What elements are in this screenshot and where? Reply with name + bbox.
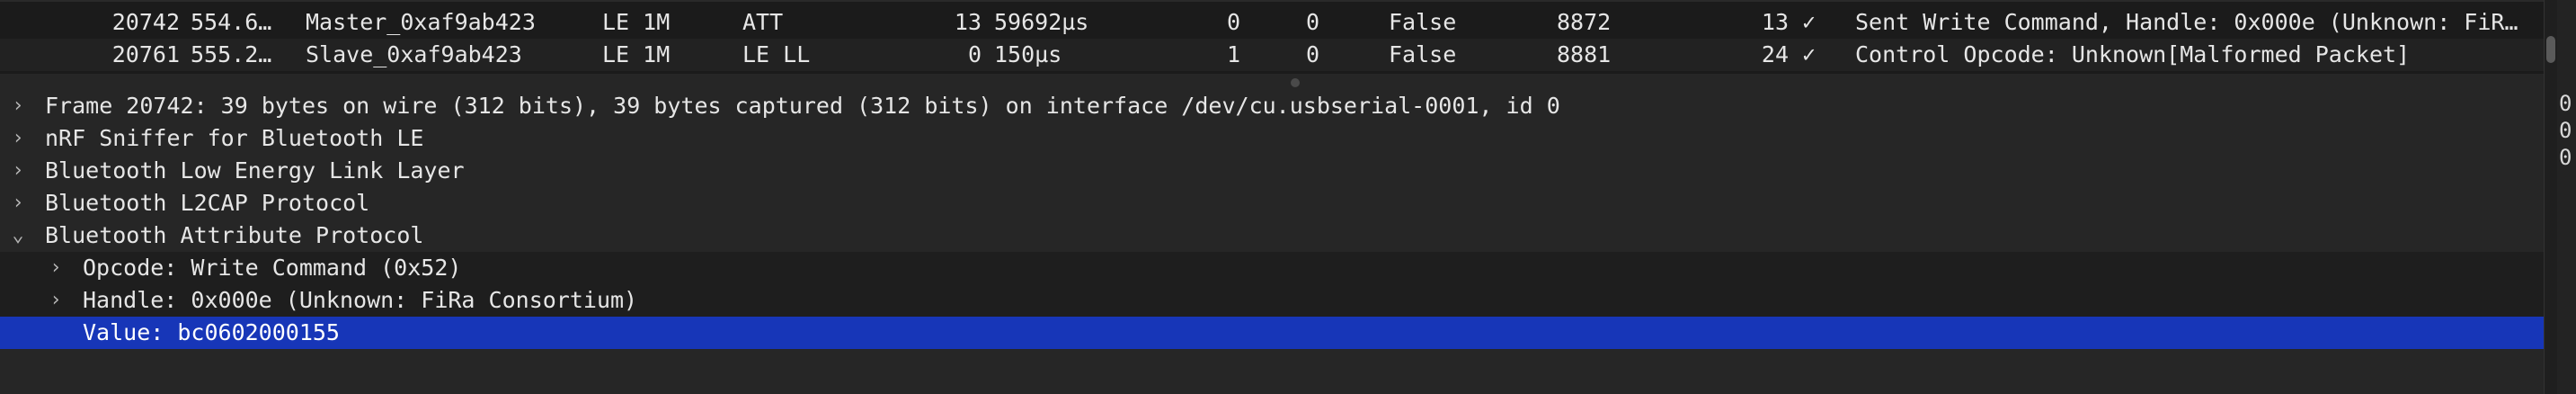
wireshark-window: 20742 554.6… Master_0xaf9ab423 LE 1M ATT…: [0, 0, 2576, 394]
packet-nesn: 0: [1305, 9, 1319, 35]
packet-event-counter: 8872: [1557, 9, 1612, 35]
packet-more-data: False: [1389, 9, 1457, 35]
tree-item-att[interactable]: ⌄ Bluetooth Attribute Protocol: [0, 219, 2544, 252]
chevron-right-icon[interactable]: ›: [45, 252, 67, 284]
checkmark-icon: ✓: [1802, 9, 1817, 35]
bytes-pane-char: 0: [2559, 145, 2572, 170]
scrollbar-thumb[interactable]: [2546, 36, 2555, 63]
packet-delta-time: 150µs: [994, 41, 1062, 67]
tree-item-opcode[interactable]: › Opcode: Write Command (0x52): [0, 252, 2544, 284]
splitter-grip-icon[interactable]: [1291, 78, 1300, 87]
chevron-right-icon[interactable]: ›: [7, 122, 29, 155]
packet-phy: LE 1M: [602, 9, 671, 35]
tree-item-nrf-sniffer[interactable]: › nRF Sniffer for Bluetooth LE: [0, 122, 2544, 155]
packet-list: 20742 554.6… Master_0xaf9ab423 LE 1M ATT…: [0, 0, 2544, 74]
packet-time: 555.2…: [191, 41, 272, 67]
packet-length: 0: [967, 41, 982, 67]
packet-nesn: 0: [1305, 41, 1319, 67]
chevron-right-icon[interactable]: ›: [45, 284, 67, 317]
details-scrollbar[interactable]: [2544, 0, 2557, 394]
tree-item-link-layer[interactable]: › Bluetooth Low Energy Link Layer: [0, 155, 2544, 187]
packet-event-counter: 8881: [1557, 41, 1612, 67]
tree-item-label: nRF Sniffer for Bluetooth LE: [45, 125, 424, 151]
packet-sn: 1: [1226, 41, 1240, 67]
tree-item-label: Bluetooth Attribute Protocol: [45, 222, 424, 248]
packet-info: Control Opcode: Unknown[Malformed Packet…: [1855, 41, 2411, 67]
tree-item-label: Handle: 0x000e (Unknown: FiRa Consortium…: [83, 287, 638, 313]
packet-row[interactable]: 20761 555.2… Slave_0xaf9ab423 LE 1M LE L…: [0, 39, 2544, 71]
tree-item-label: Opcode: Write Command (0x52): [83, 255, 462, 281]
packet-phy: LE 1M: [602, 41, 671, 67]
packet-no: 20761: [111, 41, 180, 67]
packet-payload-length: 24: [1761, 41, 1789, 67]
packet-sn: 0: [1226, 9, 1240, 35]
packet-more-data: False: [1389, 41, 1457, 67]
packet-time: 554.6…: [191, 9, 272, 35]
packet-row[interactable]: 20742 554.6… Master_0xaf9ab423 LE 1M ATT…: [0, 6, 2544, 39]
packet-list-top-row-sliver: [0, 0, 2544, 2]
packet-protocol: ATT: [742, 9, 784, 35]
packet-protocol: LE LL: [742, 41, 811, 67]
chevron-right-icon[interactable]: ›: [7, 187, 29, 219]
bytes-pane-char: 0: [2559, 118, 2572, 143]
bytes-pane-char: 0: [2559, 91, 2572, 116]
packet-bytes-pane: 0 0 0: [2557, 0, 2576, 394]
tree-item-label: Bluetooth L2CAP Protocol: [45, 190, 370, 216]
chevron-right-icon[interactable]: ›: [7, 90, 29, 122]
tree-item-label: Value: bc0602000155: [83, 319, 340, 345]
chevron-down-icon[interactable]: ⌄: [7, 219, 29, 252]
packet-details-tree: › Frame 20742: 39 bytes on wire (312 bit…: [0, 90, 2544, 394]
packet-source: Master_0xaf9ab423: [306, 9, 536, 35]
packet-info: Sent Write Command, Handle: 0x000e (Unkn…: [1855, 9, 2518, 35]
tree-item-value-selected[interactable]: Value: bc0602000155: [0, 317, 2544, 349]
tree-item-handle[interactable]: › Handle: 0x000e (Unknown: FiRa Consorti…: [0, 284, 2544, 317]
tree-item-label: Bluetooth Low Energy Link Layer: [45, 157, 465, 184]
packet-length: 13: [954, 9, 982, 35]
packet-source: Slave_0xaf9ab423: [306, 41, 522, 67]
packet-no: 20742: [111, 9, 180, 35]
packet-payload-length: 13: [1761, 9, 1789, 35]
packet-delta-time: 59692µs: [994, 9, 1089, 35]
tree-item-label: Frame 20742: 39 bytes on wire (312 bits)…: [45, 93, 1560, 119]
checkmark-icon: ✓: [1802, 41, 1817, 67]
pane-splitter[interactable]: [0, 74, 2544, 90]
tree-item-frame[interactable]: › Frame 20742: 39 bytes on wire (312 bit…: [0, 90, 2544, 122]
chevron-right-icon[interactable]: ›: [7, 155, 29, 187]
tree-item-l2cap[interactable]: › Bluetooth L2CAP Protocol: [0, 187, 2544, 219]
